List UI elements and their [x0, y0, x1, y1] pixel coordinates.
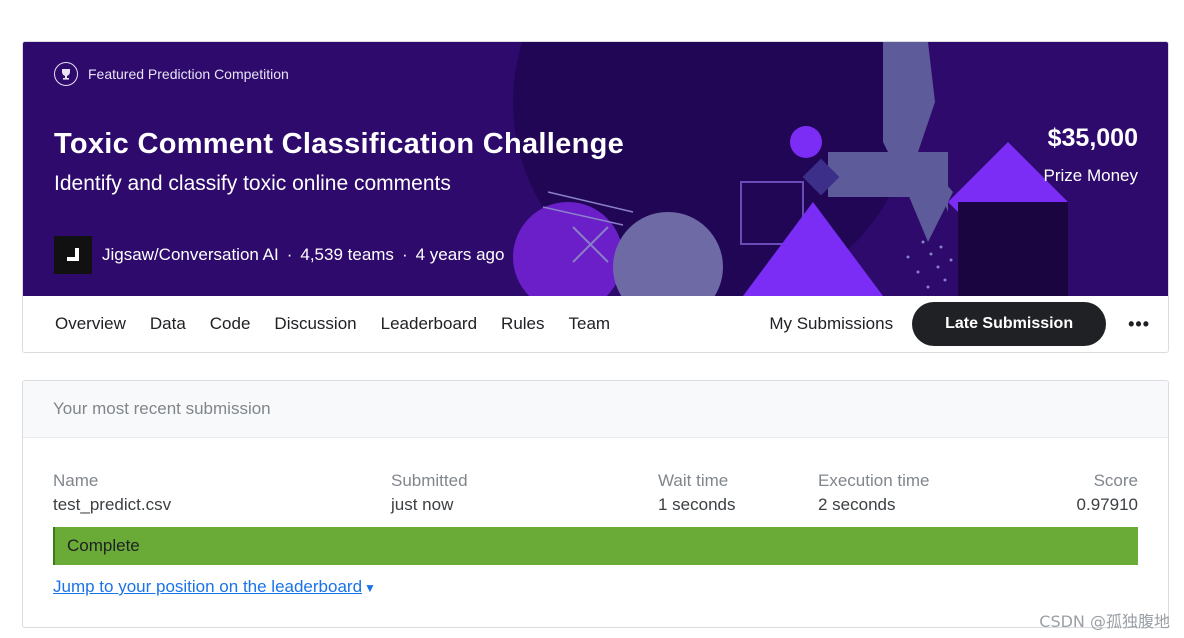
tab-leaderboard[interactable]: Leaderboard	[381, 314, 477, 334]
separator: ·	[401, 245, 408, 264]
more-options-icon[interactable]: •••	[1128, 314, 1150, 335]
featured-badge: Featured Prediction Competition	[54, 62, 289, 86]
team-count: 4,539 teams	[300, 245, 394, 264]
wait-time-value: 1 seconds	[658, 495, 736, 514]
tab-rules[interactable]: Rules	[501, 314, 544, 334]
name-value: test_predict.csv	[53, 495, 172, 514]
competition-subtitle: Identify and classify toxic online comme…	[54, 172, 451, 195]
host-name[interactable]: Jigsaw/Conversation AI	[102, 245, 279, 265]
separator: ·	[286, 245, 293, 264]
tab-overview[interactable]: Overview	[55, 314, 126, 334]
nav-tabs: Overview Data Code Discussion Leaderboar…	[55, 314, 634, 334]
submission-details: Name test_predict.csv Submitted just now…	[53, 469, 1138, 519]
competition-title: Toxic Comment Classification Challenge	[54, 128, 625, 160]
wait-time-label: Wait time	[658, 471, 729, 490]
submitted-value: just now	[391, 495, 454, 514]
host-logo-icon	[54, 236, 92, 274]
prize-label: Prize Money	[1043, 166, 1138, 185]
competition-nav: Overview Data Code Discussion Leaderboar…	[23, 296, 1168, 352]
name-label: Name	[53, 471, 99, 490]
name-column: Name test_predict.csv	[53, 469, 171, 517]
jump-link-text[interactable]: Jump to your position on the leaderboard	[53, 577, 362, 596]
submission-header: Your most recent submission	[23, 381, 1168, 438]
score-column: Score 0.97910	[1077, 469, 1138, 517]
host-info: Jigsaw/Conversation AI · 4,539 teams · 4…	[54, 236, 504, 274]
tab-data[interactable]: Data	[150, 314, 186, 334]
competition-banner: Featured Prediction Competition Toxic Co…	[23, 42, 1168, 296]
jump-to-leaderboard-link[interactable]: Jump to your position on the leaderboard…	[53, 577, 376, 597]
nav-actions: My Submissions Late Submission •••	[769, 296, 1150, 352]
wait-time-column: Wait time 1 seconds	[658, 469, 736, 517]
status-bar: Complete	[53, 527, 1138, 565]
tab-discussion[interactable]: Discussion	[274, 314, 356, 334]
late-submission-button[interactable]: Late Submission	[912, 302, 1107, 346]
status-text: Complete	[67, 536, 140, 555]
submitted-column: Submitted just now	[391, 469, 468, 517]
execution-time-value: 2 seconds	[818, 495, 896, 514]
time-ago: 4 years ago	[415, 245, 505, 264]
score-value: 0.97910	[1076, 495, 1138, 514]
recent-submission-card: Your most recent submission Name test_pr…	[22, 380, 1169, 628]
my-submissions-link[interactable]: My Submissions	[769, 314, 893, 334]
score-label: Score	[1093, 471, 1138, 490]
tab-team[interactable]: Team	[569, 314, 611, 334]
execution-time-column: Execution time 2 seconds	[818, 469, 930, 517]
featured-label: Featured Prediction Competition	[88, 66, 289, 82]
caret-down-icon[interactable]: ▼	[364, 581, 376, 595]
watermark: CSDN @孤独腹地	[1039, 612, 1170, 631]
trophy-icon	[54, 62, 78, 86]
execution-time-label: Execution time	[818, 471, 930, 490]
submitted-label: Submitted	[391, 471, 468, 490]
competition-card: Featured Prediction Competition Toxic Co…	[22, 41, 1169, 353]
tab-code[interactable]: Code	[210, 314, 251, 334]
prize-amount: $35,000	[1047, 124, 1138, 152]
